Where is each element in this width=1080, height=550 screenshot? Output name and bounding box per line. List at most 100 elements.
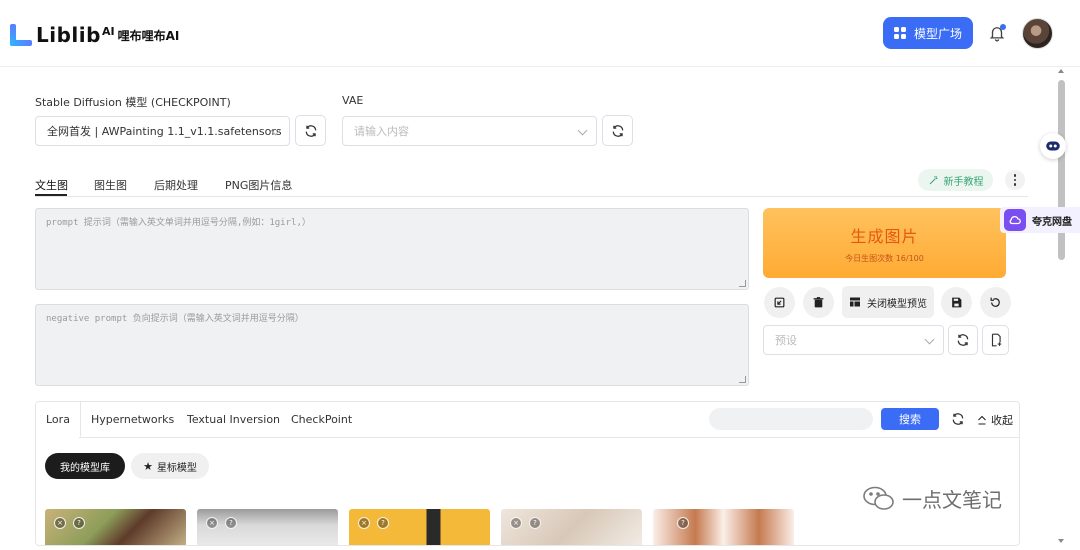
checkpoint-select[interactable]: 全网首发 | AWPainting 1.1_v1.1.safetensors <box>35 116 290 146</box>
my-models-label: 我的模型库 <box>60 462 110 474</box>
prompt-textarea[interactable]: prompt 提示词（需输入英文单词并用逗号分隔,例如：1girl,） <box>35 208 749 290</box>
chevron-down-icon <box>577 125 588 136</box>
close-circle-icon[interactable]: × <box>206 517 218 529</box>
refresh-icon <box>957 334 969 346</box>
close-circle-icon[interactable]: × <box>510 517 522 529</box>
arrow-down-left-icon <box>774 297 785 308</box>
panel-tab-lora[interactable]: Lora <box>36 402 81 437</box>
magic-wand-icon <box>929 176 937 185</box>
refresh-icon[interactable] <box>951 412 965 426</box>
watermark-text: 一点文笔记 <box>902 488 1002 512</box>
model-card[interactable]: × ? <box>349 509 490 545</box>
generate-count: 今日生图次数 16/100 <box>845 253 924 263</box>
file-plus-icon <box>991 333 1001 347</box>
tab-img2img[interactable]: 图生图 <box>94 177 127 193</box>
tab-txt2img[interactable]: 文生图 <box>35 177 68 193</box>
vae-label: VAE <box>342 94 364 107</box>
help-circle-icon[interactable]: ? <box>529 517 541 529</box>
search-button[interactable]: 搜索 <box>881 408 939 430</box>
wechat-icon <box>863 486 894 510</box>
model-plaza-button[interactable]: 模型广场 <box>883 17 973 49</box>
refresh-vae-button[interactable] <box>602 115 633 146</box>
grid-icon <box>893 27 906 39</box>
generate-title: 生成图片 <box>850 226 919 246</box>
quark-netdisk-button[interactable]: 夸克网盘 <box>1000 207 1080 233</box>
new-preset-button[interactable] <box>982 325 1009 355</box>
collapse-button[interactable]: 收起 <box>976 412 1013 428</box>
negative-prompt-textarea[interactable]: negative prompt 负向提示词（需输入英文词并用逗号分隔） <box>35 304 749 386</box>
star-icon: ★ <box>143 459 153 473</box>
tab-png-info[interactable]: PNG图片信息 <box>225 177 292 193</box>
prompt-placeholder: prompt 提示词（需输入英文单词并用逗号分隔,例如：1girl,） <box>46 218 311 228</box>
preset-placeholder: 预设 <box>775 334 797 347</box>
save-button[interactable] <box>941 287 972 318</box>
help-circle-icon[interactable]: ? <box>225 517 237 529</box>
quark-label: 夸克网盘 <box>1032 216 1072 228</box>
preset-select[interactable]: 预设 <box>763 325 944 355</box>
scroll-up-arrow-icon[interactable] <box>1058 69 1064 73</box>
active-tab-indicator <box>35 194 67 196</box>
ai-assistant-button[interactable] <box>1040 133 1066 159</box>
model-plaza-label: 模型广场 <box>913 26 962 41</box>
liblib-logo[interactable]: Liblib AI 哩布哩布AI <box>10 22 179 48</box>
checkpoint-label: Stable Diffusion 模型 (CHECKPOINT) <box>35 96 231 109</box>
import-button[interactable] <box>764 287 795 318</box>
checkpoint-value: 全网首发 | AWPainting 1.1_v1.1.safetensors <box>47 125 282 138</box>
close-circle-icon[interactable]: × <box>54 517 66 529</box>
help-circle-icon[interactable]: ? <box>73 517 85 529</box>
model-card[interactable]: ? <box>653 509 794 545</box>
chevron-down-icon <box>924 334 935 345</box>
avatar[interactable] <box>1022 18 1053 49</box>
model-card[interactable]: × ? <box>501 509 642 545</box>
wechat-watermark: 一点文笔记 <box>862 484 1002 513</box>
close-model-preview-button[interactable]: 关闭模型预览 <box>842 286 934 318</box>
refresh-preset-button[interactable] <box>948 325 978 355</box>
notification-dot <box>1000 24 1006 30</box>
help-circle-icon[interactable]: ? <box>677 517 689 529</box>
model-search-input[interactable] <box>709 408 873 430</box>
model-card[interactable]: × ? <box>197 509 338 545</box>
tutorial-label: 新手教程 <box>943 176 984 188</box>
trash-icon <box>813 297 824 308</box>
cloud-icon <box>1004 209 1026 231</box>
more-options-button[interactable] <box>1005 170 1025 190</box>
logo-text: Liblib <box>36 23 101 47</box>
robot-face-icon <box>1046 141 1060 151</box>
vae-placeholder: 请输入内容 <box>354 125 409 138</box>
resize-handle-icon[interactable] <box>739 376 746 383</box>
top-header: Liblib AI 哩布哩布AI 模型广场 <box>0 0 1080 67</box>
delete-button[interactable] <box>803 287 834 318</box>
panel-tab-checkpoint[interactable]: CheckPoint <box>291 402 352 437</box>
refresh-icon <box>612 124 623 137</box>
close-circle-icon[interactable]: × <box>358 517 370 529</box>
refresh-icon <box>305 124 316 137</box>
panel-tab-textual-inversion[interactable]: Textual Inversion <box>187 402 280 437</box>
panel-tab-hypernetworks[interactable]: Hypernetworks <box>91 402 174 437</box>
close-preview-label: 关闭模型预览 <box>867 298 927 310</box>
vertical-scrollbar[interactable] <box>1058 80 1065 260</box>
resize-handle-icon[interactable] <box>739 280 746 287</box>
scroll-down-arrow-icon[interactable] <box>1058 539 1064 543</box>
help-circle-icon[interactable]: ? <box>377 517 389 529</box>
extra-networks-panel: Lora Hypernetworks Textual Inversion Che… <box>35 401 1020 546</box>
undo-icon <box>990 297 1000 307</box>
logo-cn: 哩布哩布AI <box>117 28 180 43</box>
starred-models-button[interactable]: ★ 星标模型 <box>131 453 209 479</box>
layout-icon <box>850 297 860 307</box>
model-card[interactable]: × ? <box>45 509 186 545</box>
my-models-button[interactable]: 我的模型库 <box>45 453 125 479</box>
starred-label: 星标模型 <box>156 462 197 474</box>
tutorial-button[interactable]: 新手教程 <box>918 169 993 191</box>
negative-prompt-placeholder: negative prompt 负向提示词（需输入英文词并用逗号分隔） <box>46 314 304 324</box>
vae-select[interactable]: 请输入内容 <box>342 116 597 146</box>
save-icon <box>952 297 962 308</box>
tabs-divider <box>35 196 1028 197</box>
chevron-up-icon <box>978 415 986 425</box>
refresh-checkpoint-button[interactable] <box>295 115 326 146</box>
generate-button[interactable]: 生成图片 今日生图次数 16/100 <box>763 208 1006 278</box>
logo-mark-icon <box>10 24 32 46</box>
reset-button[interactable] <box>980 287 1011 318</box>
logo-sup: AI <box>101 24 115 38</box>
collapse-label: 收起 <box>991 414 1013 427</box>
tab-postprocess[interactable]: 后期处理 <box>154 177 198 193</box>
